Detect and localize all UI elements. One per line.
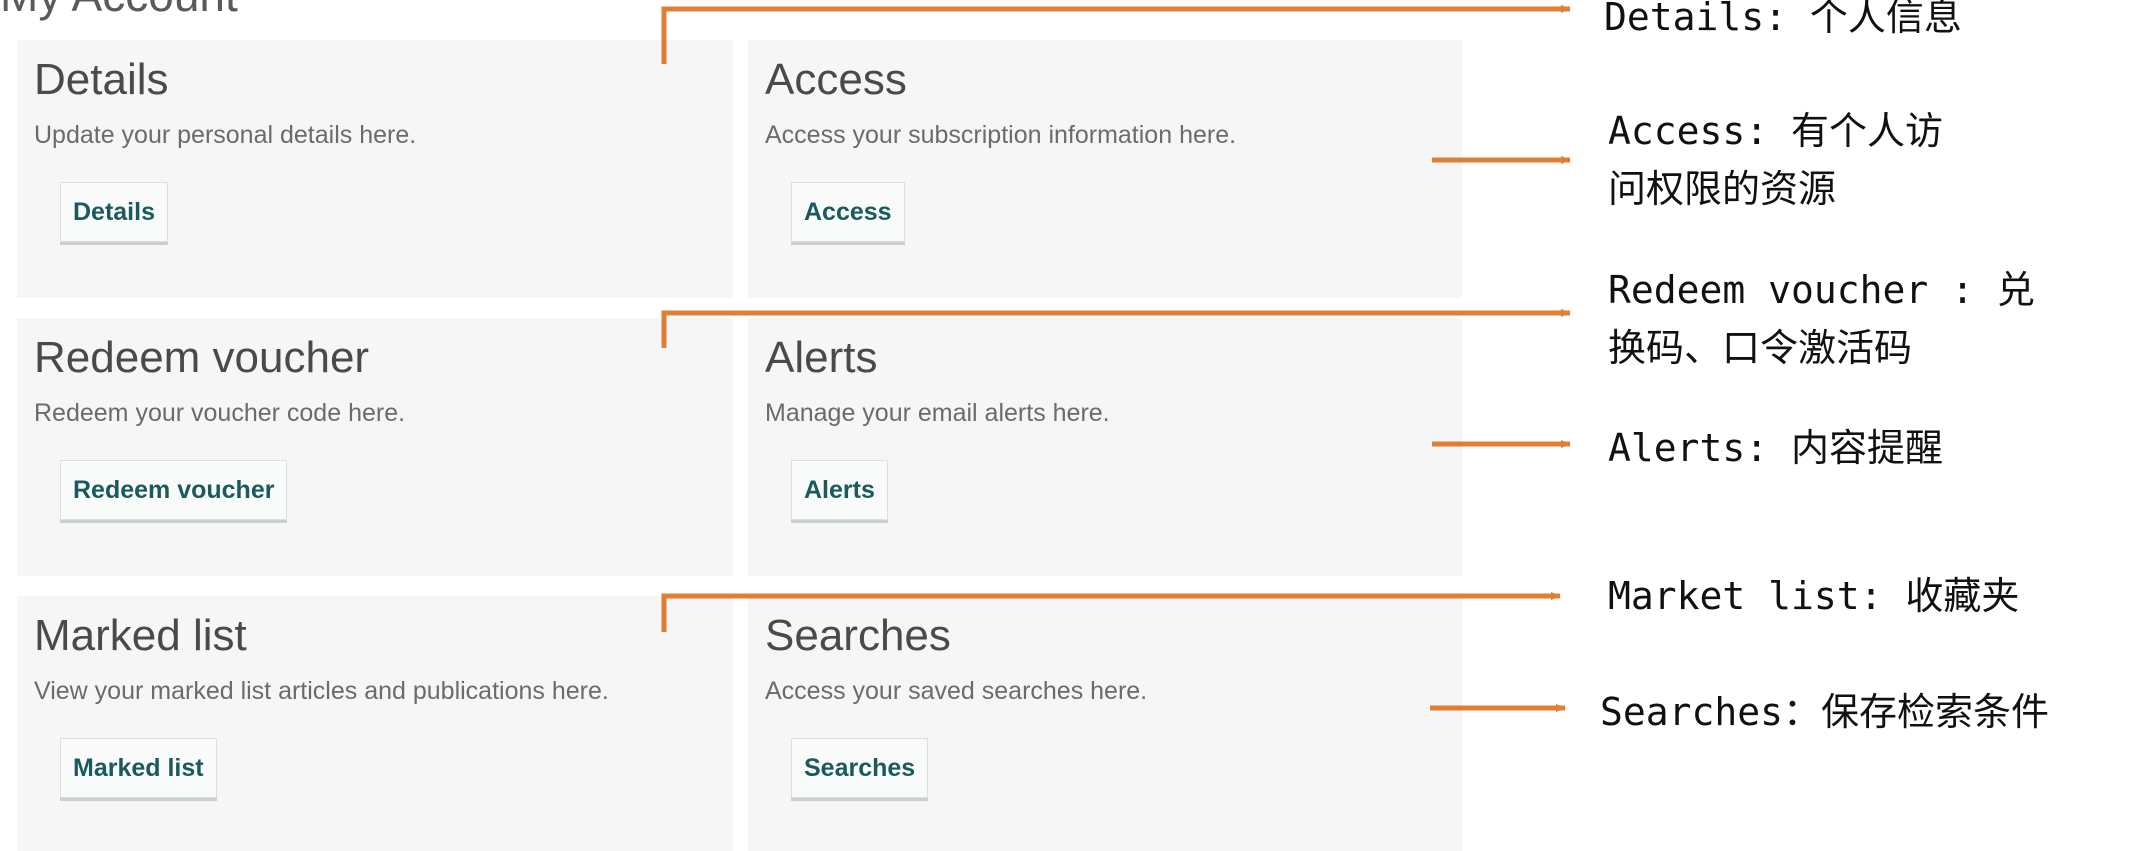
details-arrow <box>661 5 1571 64</box>
access-annotation-line2: 问权限的资源 <box>1608 167 1837 211</box>
marked-list-arrow <box>661 592 1561 632</box>
details-annotation: Details: 个人信息 <box>1604 0 1962 39</box>
redeem-voucher-arrow <box>661 309 1571 348</box>
redeem-voucher-annotation-line1: Redeem voucher : 兑 <box>1608 268 2035 312</box>
alerts-annotation: Alerts: 内容提醒 <box>1608 426 1944 470</box>
access-annotation-line1: Access: 有个人访 <box>1608 109 1944 153</box>
searches-annotation: Searches：保存检索条件 <box>1600 690 2050 734</box>
marked-list-annotation: Market list: 收藏夹 <box>1608 574 2020 618</box>
redeem-voucher-annotation-line2: 换码、口令激活码 <box>1608 326 1913 370</box>
